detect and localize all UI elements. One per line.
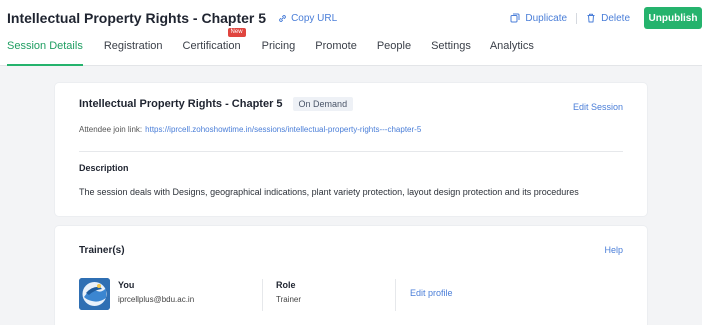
tab-registration[interactable]: Registration <box>104 36 163 66</box>
header-actions: Duplicate Delete Unpublish <box>510 7 702 29</box>
role-value: Trainer <box>276 295 302 304</box>
action-divider <box>576 12 578 24</box>
description-heading: Description <box>79 163 129 173</box>
edit-profile-link[interactable]: Edit profile <box>410 288 453 298</box>
session-name: Intellectual Property Rights - Chapter 5 <box>79 98 283 110</box>
edit-session-link[interactable]: Edit Session <box>573 102 623 112</box>
new-badge: New <box>227 28 246 37</box>
role-heading: Role <box>276 280 296 290</box>
trainers-card: Trainer(s) Help You iprcellplus@bdu.ac.i… <box>55 226 647 325</box>
tab-label: Settings <box>431 40 471 52</box>
tab-label: Registration <box>103 40 163 52</box>
session-title-row: Intellectual Property Rights - Chapter 5… <box>79 97 354 111</box>
join-link-row: Attendee join link: https://iprcell.zohos… <box>79 125 421 134</box>
copy-url-link[interactable]: Copy URL <box>278 13 337 24</box>
description-text: The session deals with Designs, geograph… <box>79 187 579 197</box>
delete-button[interactable]: Delete <box>586 13 630 24</box>
tab-promote[interactable]: Promote <box>315 36 357 66</box>
trainer-email: iprcellplus@bdu.ac.in <box>118 295 195 304</box>
tab-session-details[interactable]: Session Details <box>7 36 83 66</box>
page-title: Intellectual Property Rights - Chapter 5 <box>7 10 267 26</box>
tab-label: People <box>376 40 412 52</box>
tab-people[interactable]: People <box>377 36 411 66</box>
column-divider <box>395 279 396 311</box>
trash-icon <box>587 13 595 23</box>
top-bar: Intellectual Property Rights - Chapter 5… <box>0 0 702 66</box>
duplicate-icon <box>510 13 520 23</box>
tab-settings[interactable]: Settings <box>431 36 471 66</box>
tab-label: Pricing <box>261 40 296 52</box>
tab-certification[interactable]: New Certification <box>182 28 246 66</box>
tab-pricing[interactable]: Pricing <box>262 36 296 66</box>
column-divider <box>262 279 263 311</box>
link-icon <box>279 14 286 22</box>
session-type-badge: On Demand <box>292 97 354 111</box>
tab-analytics[interactable]: Analytics <box>490 36 534 66</box>
trainer-name: You <box>118 280 135 290</box>
divider <box>79 151 623 152</box>
duplicate-label: Duplicate <box>525 12 568 24</box>
session-details-card: Intellectual Property Rights - Chapter 5… <box>55 83 647 216</box>
trainers-heading: Trainer(s) <box>79 245 125 256</box>
join-link[interactable]: https://iprcell.zohoshowtime.in/sessions… <box>145 125 421 134</box>
tab-label: Promote <box>315 40 357 52</box>
tab-bar: Session Details Registration New Certifi… <box>0 28 534 66</box>
avatar <box>79 278 110 310</box>
tab-label: Analytics <box>489 40 534 52</box>
unpublish-button[interactable]: Unpublish <box>644 7 702 29</box>
tab-label: Session Details <box>7 40 83 52</box>
duplicate-button[interactable]: Duplicate <box>510 13 567 24</box>
help-link[interactable]: Help <box>604 245 623 255</box>
delete-label: Delete <box>601 12 630 24</box>
title-row: Intellectual Property Rights - Chapter 5… <box>7 7 337 29</box>
join-link-label: Attendee join link: <box>79 125 143 134</box>
tab-label: Certification <box>182 40 241 52</box>
copy-url-label: Copy URL <box>291 12 338 24</box>
